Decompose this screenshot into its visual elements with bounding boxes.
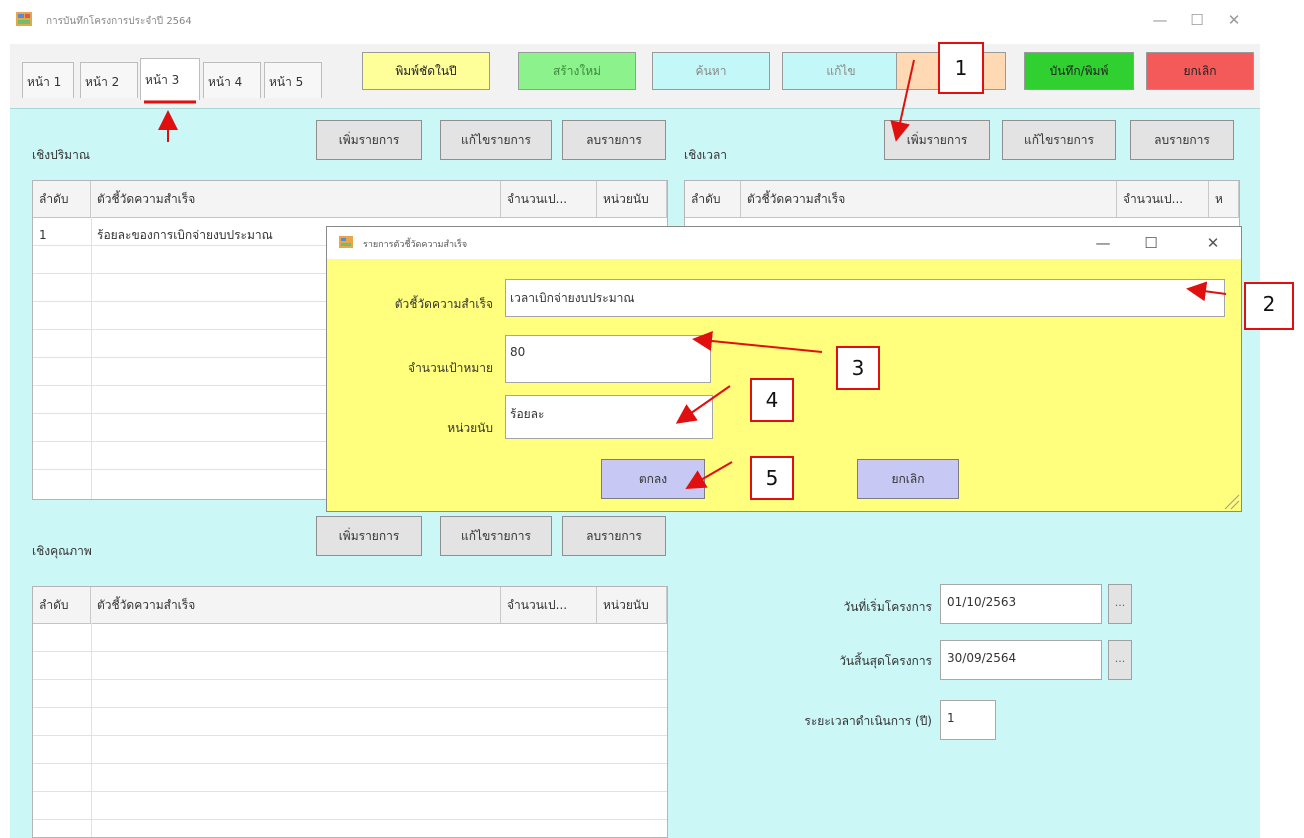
arrow-2-to-indicator xyxy=(1186,281,1227,302)
arrow-3-to-target xyxy=(692,331,823,353)
arrow-4-to-unit xyxy=(675,385,731,424)
annotation-arrows xyxy=(144,59,1227,490)
arrow-1-to-add-button xyxy=(890,59,915,142)
arrow-5-to-ok xyxy=(685,461,733,490)
